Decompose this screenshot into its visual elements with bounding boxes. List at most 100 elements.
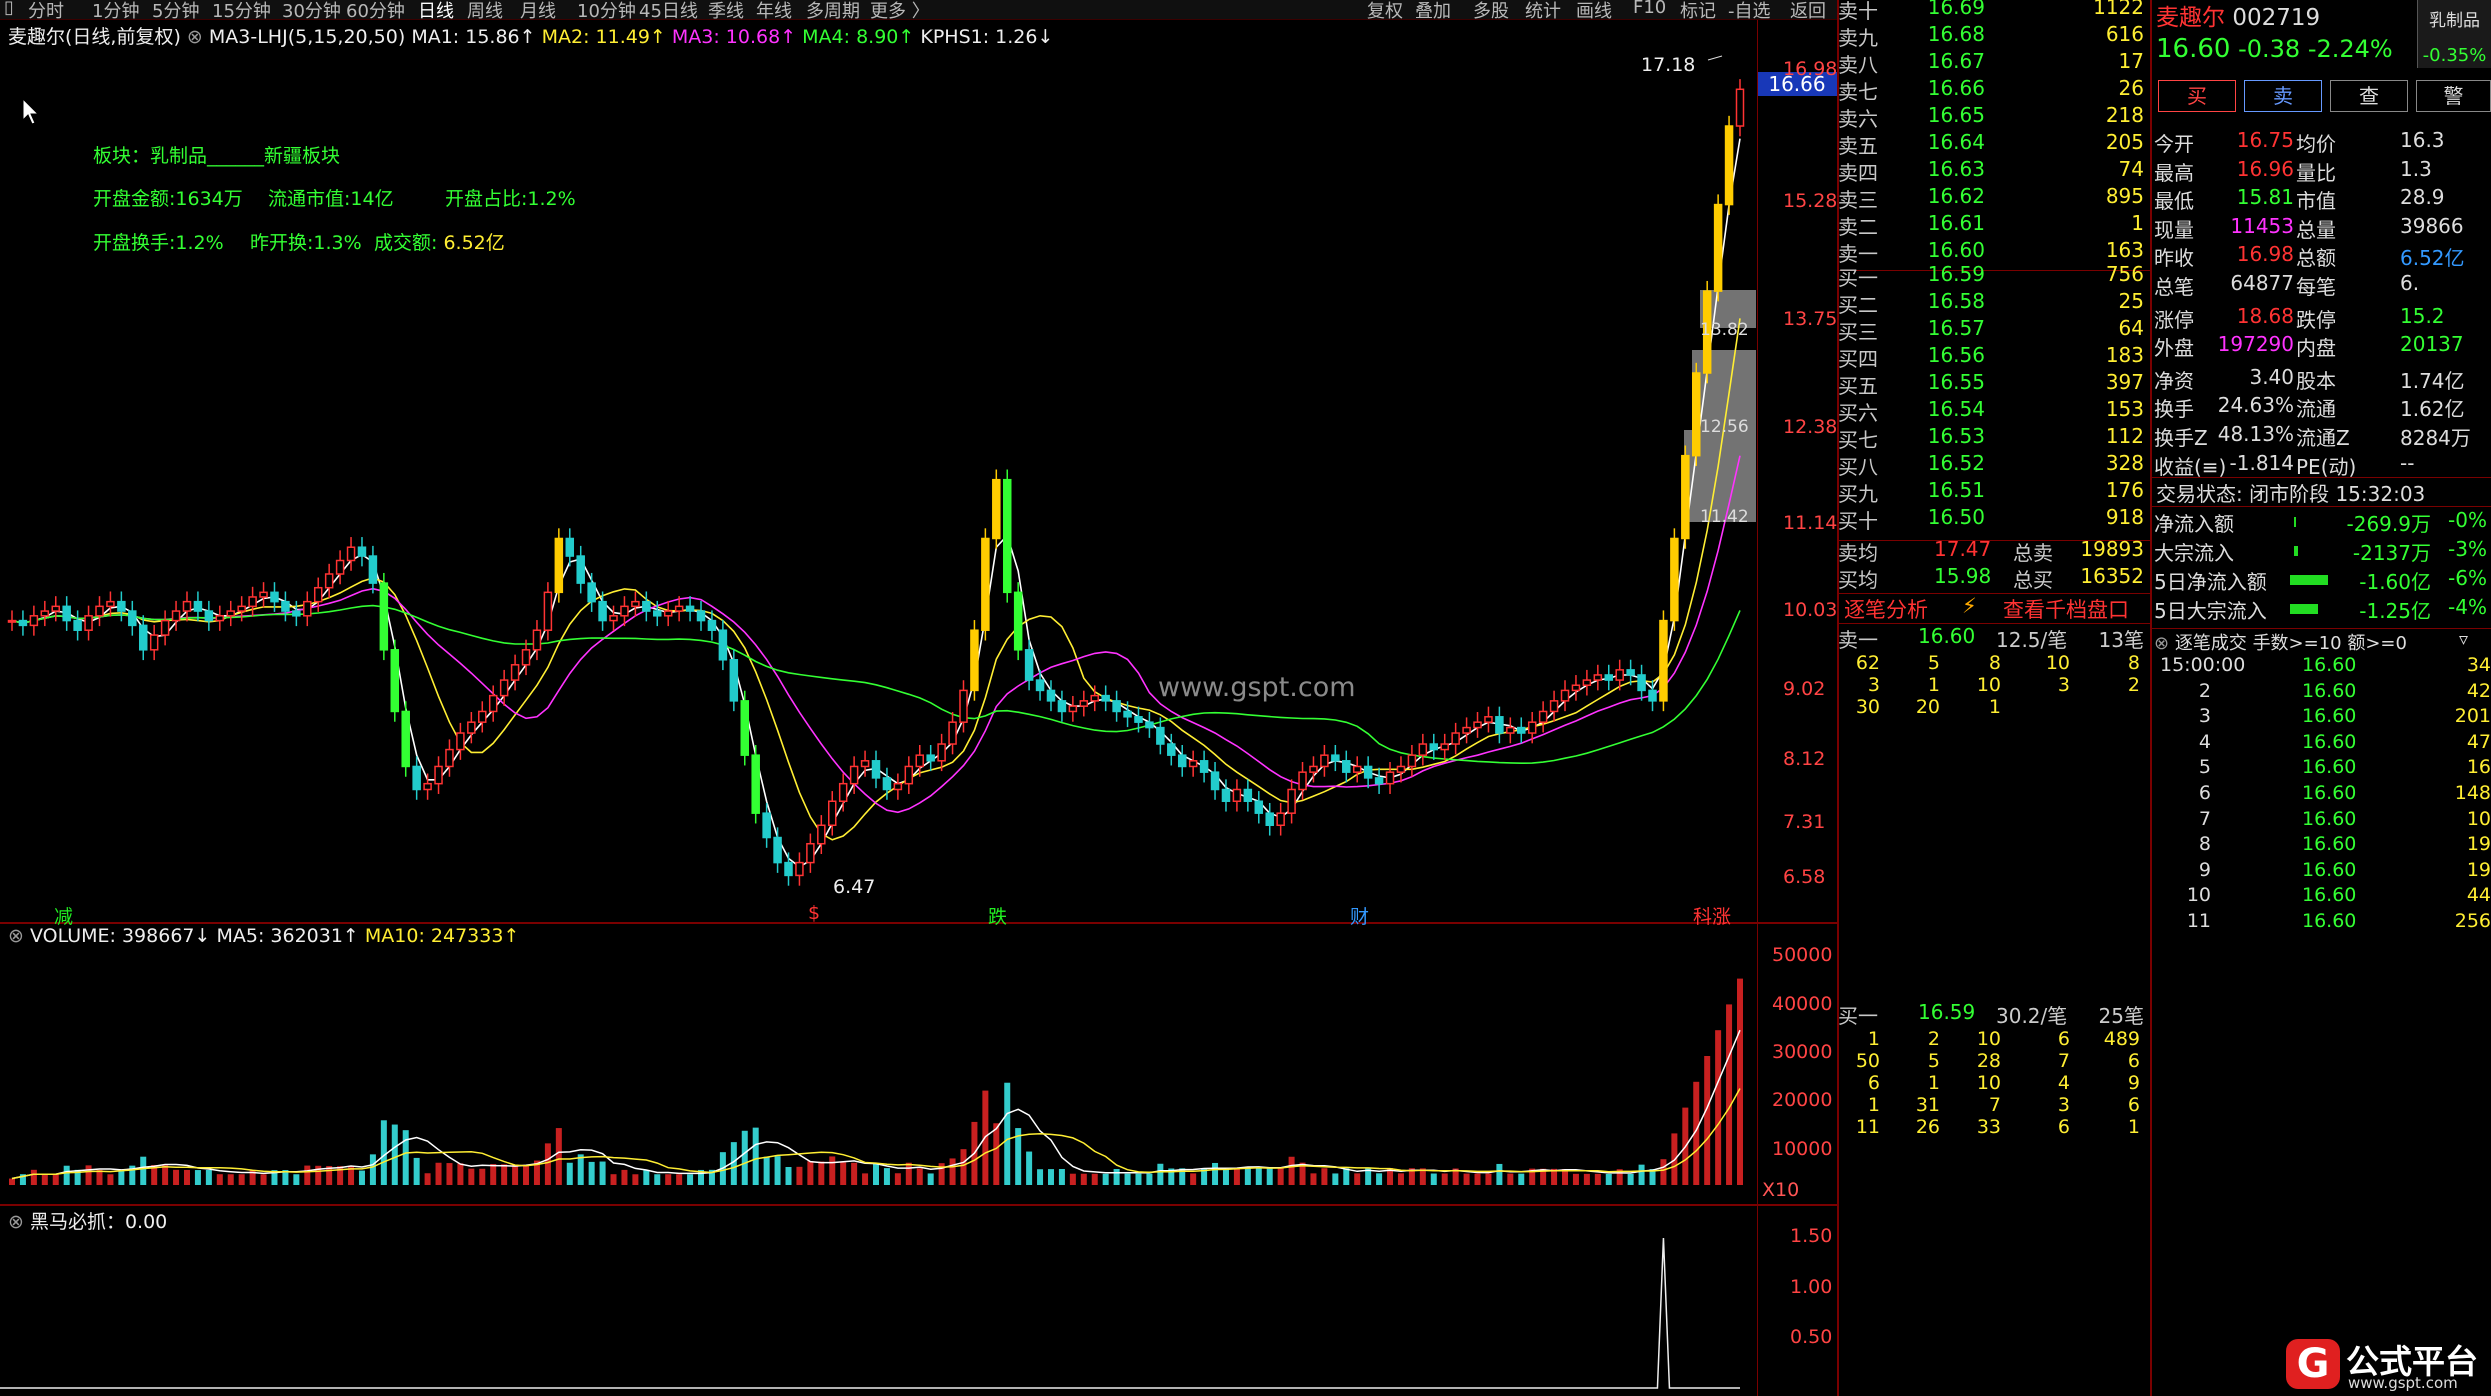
candle[interactable] bbox=[1396, 765, 1406, 773]
candle[interactable] bbox=[281, 600, 290, 612]
volume-bar[interactable] bbox=[1397, 1173, 1404, 1185]
candle[interactable] bbox=[1298, 771, 1307, 791]
candle[interactable] bbox=[970, 629, 979, 692]
volume-bar[interactable] bbox=[577, 1154, 584, 1185]
volume-bar[interactable] bbox=[763, 1156, 770, 1185]
volume-bar[interactable] bbox=[30, 1169, 37, 1185]
volume-bar[interactable] bbox=[1288, 1156, 1295, 1185]
candle[interactable] bbox=[1571, 684, 1581, 692]
volume-bar[interactable] bbox=[851, 1162, 858, 1185]
candle[interactable] bbox=[751, 754, 760, 814]
candle[interactable] bbox=[1495, 716, 1504, 734]
event-marker[interactable]: 跌 bbox=[988, 902, 1007, 929]
candle[interactable] bbox=[1462, 726, 1471, 734]
volume-bar[interactable] bbox=[216, 1174, 223, 1185]
volume-bar[interactable] bbox=[1124, 1173, 1131, 1185]
candle[interactable] bbox=[1582, 679, 1592, 686]
volume-bar[interactable] bbox=[1244, 1167, 1251, 1185]
candle[interactable] bbox=[1188, 760, 1198, 768]
volume-bar[interactable] bbox=[1026, 1151, 1033, 1185]
volume-bar[interactable] bbox=[873, 1163, 879, 1185]
candle[interactable] bbox=[1046, 689, 1056, 702]
candle[interactable] bbox=[1035, 679, 1045, 692]
candle[interactable] bbox=[795, 861, 804, 877]
candle[interactable] bbox=[248, 596, 257, 608]
volume-bar[interactable] bbox=[107, 1174, 114, 1185]
candle[interactable] bbox=[598, 600, 607, 622]
candle[interactable] bbox=[226, 610, 235, 617]
candle[interactable] bbox=[663, 610, 673, 617]
volume-bar[interactable] bbox=[457, 1163, 464, 1185]
volume-bar[interactable] bbox=[687, 1174, 694, 1185]
volume-bar[interactable] bbox=[1583, 1173, 1590, 1185]
buy-level-row[interactable]: 买七 16.53 112 bbox=[1838, 424, 2150, 452]
candle[interactable] bbox=[532, 629, 542, 651]
volume-bar[interactable] bbox=[1332, 1173, 1339, 1185]
sell-level-row[interactable]: 卖二 16.61 1 bbox=[1838, 211, 2150, 239]
tick-analysis-tab[interactable]: 逐笔分析 bbox=[1844, 594, 1928, 624]
candle[interactable] bbox=[456, 732, 465, 751]
sell-level-row[interactable]: 卖十 16.69 1122 bbox=[1838, 0, 2150, 23]
volume-bar[interactable] bbox=[555, 1128, 562, 1185]
volume-bar[interactable] bbox=[1474, 1173, 1481, 1185]
collapse-icon[interactable]: ⊗ bbox=[2154, 633, 2169, 654]
candle[interactable] bbox=[1692, 372, 1701, 457]
candle[interactable] bbox=[849, 765, 859, 785]
volume-bar[interactable] bbox=[785, 1166, 792, 1185]
trades-filter[interactable]: 手数>=10 额>=0 bbox=[2253, 633, 2407, 654]
sell-level-row[interactable]: 卖八 16.67 17 bbox=[1838, 49, 2150, 77]
candle[interactable] bbox=[653, 610, 662, 617]
candle[interactable] bbox=[445, 748, 454, 768]
volume-bar[interactable] bbox=[380, 1120, 387, 1185]
candle[interactable] bbox=[981, 537, 990, 631]
volume-bar[interactable] bbox=[1737, 978, 1743, 1185]
candle[interactable] bbox=[499, 679, 509, 697]
volume-bar[interactable] bbox=[1605, 1173, 1612, 1185]
candle[interactable] bbox=[1418, 743, 1428, 756]
candle[interactable] bbox=[1506, 726, 1515, 734]
candle[interactable] bbox=[1221, 788, 1231, 803]
volume-bar[interactable] bbox=[183, 1169, 190, 1185]
volume-bar[interactable] bbox=[1277, 1167, 1284, 1185]
volume-bar[interactable] bbox=[369, 1154, 376, 1185]
candle[interactable] bbox=[554, 537, 564, 594]
volume-bar[interactable] bbox=[512, 1164, 519, 1185]
volume-bar[interactable] bbox=[304, 1165, 311, 1185]
candle[interactable] bbox=[1320, 754, 1329, 768]
volume-bar[interactable] bbox=[840, 1162, 847, 1185]
volume-bar[interactable] bbox=[63, 1165, 70, 1185]
volume-bar[interactable] bbox=[818, 1161, 825, 1185]
candle[interactable] bbox=[1232, 788, 1242, 803]
volume-bar[interactable] bbox=[1047, 1169, 1054, 1185]
candle[interactable] bbox=[587, 582, 596, 603]
candle[interactable] bbox=[882, 777, 892, 791]
volume-bar[interactable] bbox=[862, 1173, 869, 1185]
candle[interactable] bbox=[1002, 478, 1012, 594]
volume-bar[interactable] bbox=[1343, 1168, 1350, 1185]
volume-bar[interactable] bbox=[894, 1173, 901, 1185]
candle[interactable] bbox=[1210, 771, 1220, 791]
volume-bar[interactable] bbox=[1212, 1162, 1219, 1185]
candle[interactable] bbox=[117, 600, 126, 612]
candle[interactable] bbox=[1287, 788, 1296, 814]
volume-bar[interactable] bbox=[927, 1173, 934, 1185]
volume-bar[interactable] bbox=[807, 1161, 814, 1185]
candle[interactable] bbox=[1167, 743, 1176, 756]
volume-bar[interactable] bbox=[566, 1162, 573, 1185]
buy-level-row[interactable]: 买九 16.51 176 bbox=[1838, 478, 2150, 506]
buy-level-row[interactable]: 买十 16.50 918 bbox=[1838, 505, 2150, 533]
candle[interactable] bbox=[1429, 743, 1439, 751]
candle[interactable] bbox=[237, 605, 246, 612]
candle[interactable] bbox=[1199, 760, 1209, 773]
candle[interactable] bbox=[1090, 694, 1099, 702]
candle[interactable] bbox=[29, 615, 39, 627]
volume-bar[interactable] bbox=[1354, 1173, 1361, 1185]
candle[interactable] bbox=[1342, 760, 1351, 773]
candle[interactable] bbox=[1013, 591, 1023, 651]
candle[interactable] bbox=[313, 586, 323, 603]
candle[interactable] bbox=[1385, 771, 1395, 785]
candle[interactable] bbox=[1156, 726, 1165, 745]
candle[interactable] bbox=[1735, 88, 1745, 127]
candle[interactable] bbox=[303, 600, 312, 617]
sell-level-row[interactable]: 卖七 16.66 26 bbox=[1838, 76, 2150, 104]
